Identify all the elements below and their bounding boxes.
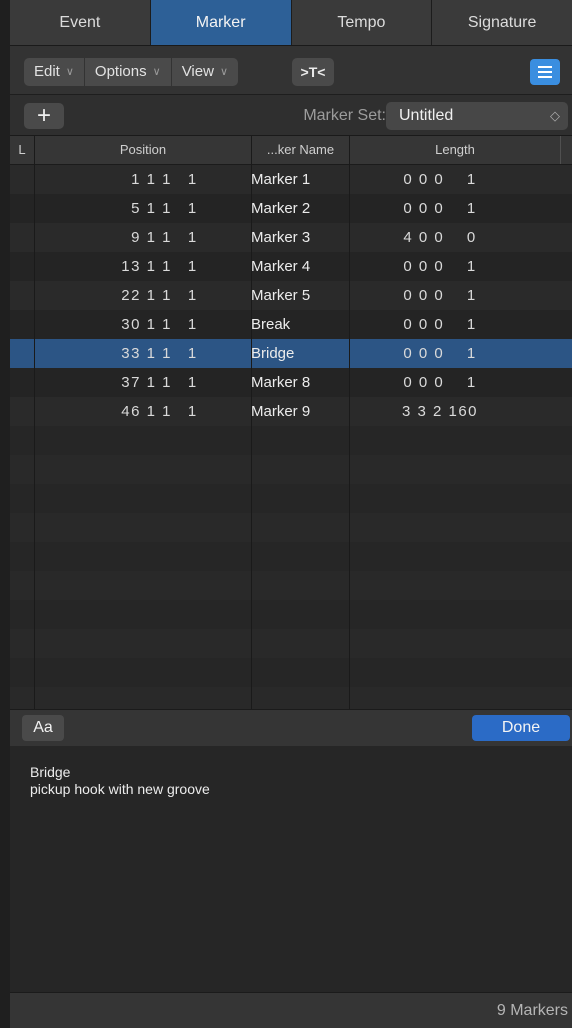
note-body: pickup hook with new groove [30,781,210,797]
tab-signature[interactable]: Signature [432,0,572,45]
marker-name-cell[interactable]: Marker 2 [251,194,346,223]
options-menu[interactable]: Options ∨ [85,58,172,86]
empty-row [10,455,572,484]
edit-menu-label: Edit [34,63,60,80]
column-divider [34,136,35,709]
table-row[interactable]: 1 1 1 1 Marker 10 0 0 1 [10,165,572,194]
marker-name-cell[interactable]: Marker 9 [251,397,346,426]
table-row[interactable]: 33 1 1 1 Bridge 0 0 0 1 [10,339,572,368]
position-tick-cell[interactable]: 1 [182,397,202,426]
tab-bar: Event Marker Tempo Signature [10,0,572,46]
view-menu-label: View [181,63,214,80]
marker-set-bar: + Marker Set: Untitled ◇ [10,95,572,136]
column-header-l[interactable]: L [10,136,35,164]
chevron-down-icon: ∨ [65,66,74,78]
menu-group: Edit ∨ Options ∨ View ∨ [24,58,238,86]
table-row[interactable]: 37 1 1 1 Marker 80 0 0 1 [10,368,572,397]
length-cell[interactable]: 0 0 0 1 [350,165,530,194]
chevron-down-icon: ∨ [152,66,161,78]
marker-list-window: Event Marker Tempo Signature Edit ∨ Opti… [10,0,572,1028]
position-cell[interactable]: 1 1 1 [46,165,172,194]
position-tick-cell[interactable]: 1 [182,281,202,310]
position-cell[interactable]: 33 1 1 [46,339,172,368]
marker-name-cell[interactable]: Marker 8 [251,368,346,397]
position-tick-cell[interactable]: 1 [182,310,202,339]
stepper-arrows-icon: ◇ [550,108,560,123]
font-button[interactable]: Aa [22,715,64,741]
status-bar: 9 Markers [10,992,572,1028]
list-view-button[interactable] [530,59,560,85]
position-cell[interactable]: 9 1 1 [46,223,172,252]
filter-button[interactable]: >T< [292,58,334,86]
view-menu[interactable]: View ∨ [172,58,238,86]
marker-name-cell[interactable]: Marker 4 [251,252,346,281]
length-cell[interactable]: 3 3 2 160 [350,397,530,426]
table-row[interactable]: 30 1 1 1 Break 0 0 0 1 [10,310,572,339]
position-tick-cell[interactable]: 1 [182,223,202,252]
position-cell[interactable]: 22 1 1 [46,281,172,310]
empty-row [10,658,572,687]
add-marker-button[interactable]: + [24,103,64,129]
length-cell[interactable]: 0 0 0 1 [350,339,530,368]
position-cell[interactable]: 5 1 1 [46,194,172,223]
empty-row [10,426,572,455]
empty-row [10,542,572,571]
table-row[interactable]: 46 1 1 1 Marker 93 3 2 160 [10,397,572,426]
table-row[interactable]: 9 1 1 1 Marker 34 0 0 0 [10,223,572,252]
note-toolbar: Aa Done [10,709,572,747]
column-divider [251,136,252,709]
marker-set-label: Marker Set: [303,107,386,124]
position-tick-cell[interactable]: 1 [182,339,202,368]
marker-count: 9 Markers [496,1002,568,1019]
marker-name-cell[interactable]: Break [251,310,346,339]
toolbar: Edit ∨ Options ∨ View ∨ >T< [10,46,572,95]
position-tick-cell[interactable]: 1 [182,194,202,223]
position-tick-cell[interactable]: 1 [182,368,202,397]
length-cell[interactable]: 0 0 0 1 [350,194,530,223]
position-cell[interactable]: 37 1 1 [46,368,172,397]
length-cell[interactable]: 0 0 0 1 [350,281,530,310]
empty-row [10,484,572,513]
tab-tempo[interactable]: Tempo [292,0,433,45]
column-header-name[interactable]: ...ker Name [252,136,350,164]
marker-name-cell[interactable]: Bridge [251,339,346,368]
table-row[interactable]: 22 1 1 1 Marker 50 0 0 1 [10,281,572,310]
table-row[interactable]: 13 1 1 1 Marker 40 0 0 1 [10,252,572,281]
position-cell[interactable]: 30 1 1 [46,310,172,339]
length-cell[interactable]: 0 0 0 1 [350,252,530,281]
empty-row [10,513,572,542]
chevron-down-icon: ∨ [219,66,228,78]
position-tick-cell[interactable]: 1 [182,252,202,281]
marker-name-cell[interactable]: Marker 3 [251,223,346,252]
done-button[interactable]: Done [472,715,570,741]
position-cell[interactable]: 13 1 1 [46,252,172,281]
marker-set-select[interactable]: Untitled ◇ [386,102,568,130]
note-title: Bridge [30,764,71,780]
column-divider [349,136,350,709]
column-header-position[interactable]: Position [35,136,252,164]
marker-set-value: Untitled [399,107,454,124]
empty-row [10,571,572,600]
position-cell[interactable]: 46 1 1 [46,397,172,426]
marker-name-cell[interactable]: Marker 1 [251,165,346,194]
edit-menu[interactable]: Edit ∨ [24,58,85,86]
position-tick-cell[interactable]: 1 [182,165,202,194]
length-cell[interactable]: 0 0 0 1 [350,368,530,397]
empty-row [10,629,572,658]
list-icon [538,66,552,78]
tab-marker[interactable]: Marker [150,0,292,45]
column-header-length[interactable]: Length [350,136,561,164]
marker-notes-area[interactable]: Bridge pickup hook with new groove [10,746,572,992]
tab-event[interactable]: Event [10,0,151,45]
length-cell[interactable]: 0 0 0 1 [350,310,530,339]
table-header: L Position ...ker Name Length [10,136,572,165]
marker-name-cell[interactable]: Marker 5 [251,281,346,310]
empty-row [10,687,572,709]
length-cell[interactable]: 4 0 0 0 [350,223,530,252]
options-menu-label: Options [94,63,147,80]
table-row[interactable]: 5 1 1 1 Marker 20 0 0 1 [10,194,572,223]
empty-row [10,600,572,629]
marker-table: 1 1 1 1 Marker 10 0 0 15 1 1 1 Marker 20 0 0… [10,165,572,709]
filter-icon: >T< [300,64,326,80]
